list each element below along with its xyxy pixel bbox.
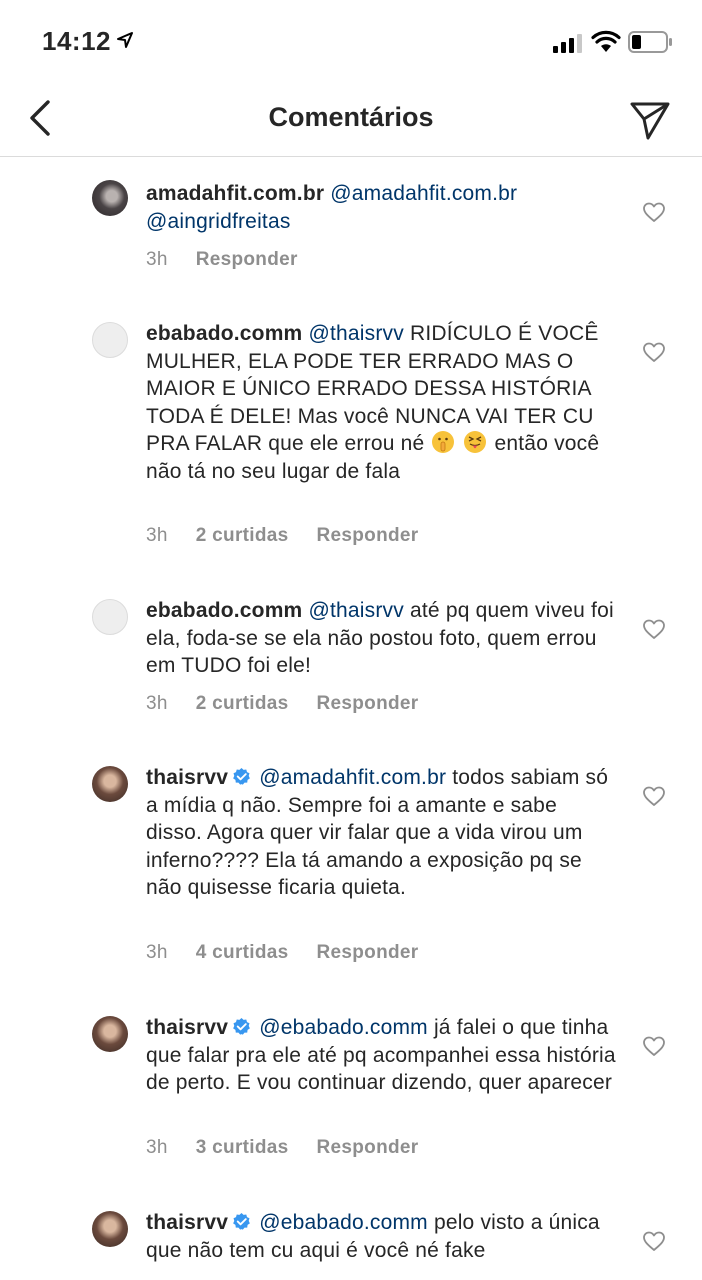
battery-low-icon bbox=[628, 31, 672, 53]
comment-username[interactable]: thaisrvv bbox=[146, 766, 228, 789]
likes-count[interactable]: 3 curtidas bbox=[196, 1137, 289, 1159]
comment-username[interactable]: ebabado.comm bbox=[146, 322, 302, 345]
comment-username[interactable]: thaisrvv bbox=[146, 1211, 228, 1234]
avatar[interactable] bbox=[92, 766, 128, 802]
mention-link[interactable]: @ebabado.comm bbox=[259, 1211, 428, 1234]
comment-username[interactable]: ebabado.comm bbox=[146, 599, 302, 622]
location-arrow-icon bbox=[117, 32, 133, 48]
likes-count[interactable]: 2 curtidas bbox=[196, 693, 289, 715]
avatar[interactable] bbox=[92, 599, 128, 635]
cellular-signal-icon bbox=[553, 34, 582, 53]
heart-icon[interactable] bbox=[642, 200, 666, 224]
verified-badge-icon bbox=[233, 1017, 251, 1035]
comment-meta: 3h Responder bbox=[146, 249, 298, 271]
comment-time: 3h bbox=[146, 249, 168, 270]
status-bar: 14:12 bbox=[0, 0, 702, 88]
status-time: 14:12 bbox=[42, 26, 111, 56]
comment-text: amadahfit.com.br @amadahfit.com.br @aing… bbox=[146, 180, 616, 235]
avatar[interactable] bbox=[92, 180, 128, 216]
mention-link[interactable]: @ebabado.comm bbox=[259, 1016, 428, 1039]
avatar[interactable] bbox=[92, 1016, 128, 1052]
comment-text: thaisrvv @ebabado.comm já falei o que ti… bbox=[146, 1014, 616, 1097]
heart-icon[interactable] bbox=[642, 1229, 666, 1253]
comment-meta: 3h 3 curtidas Responder bbox=[146, 1137, 418, 1159]
page-title: Comentários bbox=[268, 102, 434, 132]
mention-link[interactable]: @thaisrvv bbox=[308, 322, 403, 345]
reply-button[interactable]: Responder bbox=[317, 1137, 419, 1159]
mention-link[interactable]: @amadahfit.com.br bbox=[330, 182, 517, 205]
likes-count[interactable]: 2 curtidas bbox=[196, 525, 289, 547]
verified-badge-icon bbox=[233, 767, 251, 785]
reply-button[interactable]: Responder bbox=[317, 693, 419, 715]
comment-meta: 3h 2 curtidas Responder bbox=[146, 525, 418, 547]
navigation-bar: Comentários bbox=[0, 88, 702, 157]
shushing-face-emoji bbox=[432, 431, 455, 453]
heart-icon[interactable] bbox=[642, 1034, 666, 1058]
heart-icon[interactable] bbox=[642, 340, 666, 364]
wifi-icon bbox=[591, 30, 621, 52]
avatar[interactable] bbox=[92, 322, 128, 358]
comment-username[interactable]: thaisrvv bbox=[146, 1016, 228, 1039]
reply-button[interactable]: Responder bbox=[196, 249, 298, 271]
mention-link[interactable]: @aingridfreitas bbox=[146, 210, 291, 233]
likes-count[interactable]: 4 curtidas bbox=[196, 942, 289, 964]
comment-time: 3h bbox=[146, 942, 168, 963]
comment-time: 3h bbox=[146, 525, 168, 546]
comment-text: ebabado.comm @thaisrvv RIDÍCULO É VOCÊ M… bbox=[146, 320, 616, 485]
comment-text: thaisrvv @amadahfit.com.br todos sabiam … bbox=[146, 764, 616, 902]
comment-time: 3h bbox=[146, 693, 168, 714]
comment-text: thaisrvv @ebabado.comm pelo visto a únic… bbox=[146, 1209, 616, 1264]
comment-meta: 3h 2 curtidas Responder bbox=[146, 693, 418, 715]
comment-time: 3h bbox=[146, 1137, 168, 1158]
heart-icon[interactable] bbox=[642, 784, 666, 808]
mention-link[interactable]: @amadahfit.com.br bbox=[259, 766, 446, 789]
mention-link[interactable]: @thaisrvv bbox=[308, 599, 403, 622]
send-direct-icon[interactable] bbox=[628, 98, 672, 142]
reply-button[interactable]: Responder bbox=[317, 525, 419, 547]
comment-text: ebabado.comm @thaisrvv até pq quem viveu… bbox=[146, 597, 616, 680]
heart-icon[interactable] bbox=[642, 617, 666, 641]
reply-button[interactable]: Responder bbox=[317, 942, 419, 964]
avatar[interactable] bbox=[92, 1211, 128, 1247]
comment-meta: 3h 4 curtidas Responder bbox=[146, 942, 418, 964]
squinting-tongue-emoji bbox=[464, 431, 487, 453]
verified-badge-icon bbox=[233, 1212, 251, 1230]
comment-username[interactable]: amadahfit.com.br bbox=[146, 182, 324, 205]
